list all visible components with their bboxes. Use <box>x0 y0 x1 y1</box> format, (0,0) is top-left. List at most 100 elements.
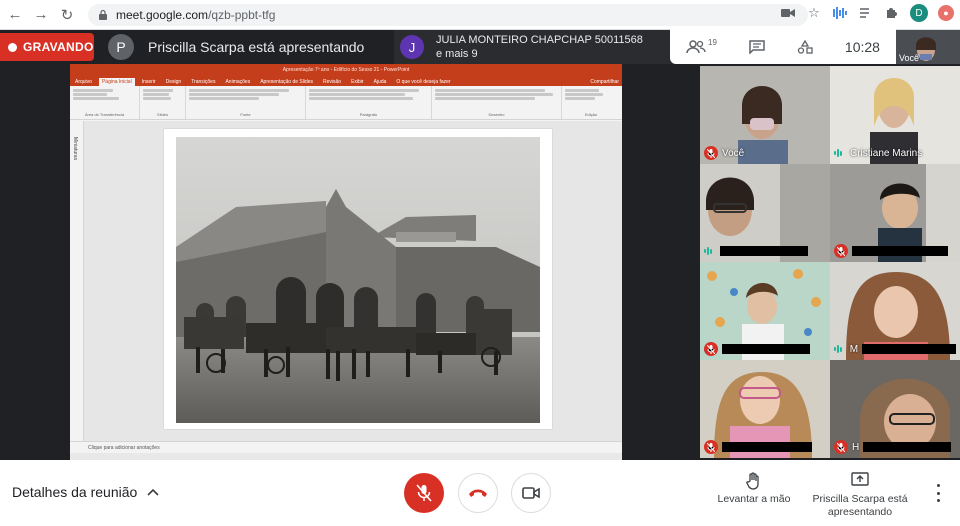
ppt-tab[interactable]: Design <box>163 78 185 86</box>
recording-badge: GRAVANDO <box>0 33 94 61</box>
ppt-tab[interactable]: Apresentação de Slides <box>257 78 316 86</box>
address-bar[interactable]: meet.google.com/qzb-ppbt-tfg <box>88 3 808 26</box>
mic-off-icon <box>834 244 848 258</box>
camera-toggle-button[interactable] <box>511 473 551 513</box>
ribbon-group-font: Fonte <box>186 86 306 119</box>
reload-icon[interactable]: ↻ <box>56 4 78 26</box>
browser-toolbar: ← → ↻ meet.google.com/qzb-ppbt-tfg ☆ D ● <box>0 0 960 30</box>
mic-off-icon <box>704 440 718 454</box>
microphone-toggle-button[interactable] <box>404 473 444 513</box>
mic-off-icon <box>704 342 718 356</box>
ppt-ribbon: Área de Transferência Slides Fonte Parág… <box>70 86 622 120</box>
presenting-label: Priscilla Scarpa está apresentando <box>812 493 908 518</box>
extension-audio-icon[interactable] <box>832 5 848 21</box>
participant-tile[interactable] <box>830 164 960 262</box>
meet-window: ← → ↻ meet.google.com/qzb-ppbt-tfg ☆ D ● <box>0 0 960 526</box>
ppt-share-button[interactable]: Compartilhar <box>587 78 622 86</box>
presenting-status-button[interactable]: Priscilla Scarpa está apresentando <box>812 472 908 519</box>
raise-hand-label: Levantar a mão <box>717 493 791 505</box>
redacted-name-bar <box>722 344 810 354</box>
camera-indicator-icon[interactable] <box>780 5 796 21</box>
ppt-title: Apresentação 7º ano - Edifício do Sesso … <box>282 67 410 73</box>
chat-icon <box>749 39 765 54</box>
slide-canvas[interactable] <box>84 121 622 441</box>
thumbnails-label: Miniaturas <box>72 137 78 161</box>
participant-tile[interactable] <box>700 164 830 262</box>
ppt-search-hint[interactable]: O que você deseja fazer <box>393 78 453 86</box>
activities-icon <box>797 39 813 54</box>
ribbon-group-label: Área de Transferência <box>84 112 125 117</box>
extension-puzzle-icon[interactable] <box>884 5 900 21</box>
joined-more: e mais 9 <box>436 48 478 60</box>
redacted-name-bar <box>852 246 948 256</box>
notes-pane[interactable]: Clique para adicionar anotações <box>70 441 622 453</box>
joined-notification: J JULIA MONTEIRO CHAPCHAP 50011568 e mai… <box>394 30 674 64</box>
presenter-avatar: P <box>108 34 134 60</box>
more-options-icon[interactable] <box>932 484 944 502</box>
participant-tile[interactable]: H <box>830 360 960 458</box>
participants-count: 19 <box>708 38 717 47</box>
participant-tile[interactable] <box>700 262 830 360</box>
current-slide[interactable] <box>164 129 552 429</box>
speaking-indicator-icon <box>834 344 846 354</box>
participant-tile[interactable]: Você <box>700 66 830 164</box>
ppt-tab[interactable]: Exibir <box>348 78 367 86</box>
ppt-tab[interactable]: Inserir <box>139 78 159 86</box>
historic-building-photo <box>176 137 540 423</box>
participant-tile[interactable] <box>700 360 830 458</box>
url-text: meet.google.com/qzb-ppbt-tfg <box>116 8 275 22</box>
ppt-tab[interactable]: Revisão <box>320 78 344 86</box>
participant-tile[interactable]: M <box>830 262 960 360</box>
activities-button[interactable] <box>797 39 813 54</box>
ppt-tab-active[interactable]: Página Inicial <box>98 78 135 86</box>
profile-avatar[interactable]: D <box>910 4 928 22</box>
ribbon-group-clipboard: Área de Transferência <box>70 86 140 119</box>
meeting-controls-bar: Detalhes da reunião Levantar a mão Prisc… <box>0 460 960 526</box>
ppt-body: Miniaturas <box>70 121 622 441</box>
ppt-ribbon-tabs: Arquivo Página Inicial Inserir Design Tr… <box>70 76 622 86</box>
ribbon-group-label: Fonte <box>240 112 251 117</box>
mic-off-icon <box>834 440 848 454</box>
people-icon <box>686 39 706 53</box>
presenter-indicator: P Priscilla Scarpa está apresentando <box>108 33 364 61</box>
ribbon-group-editing: Edição <box>562 86 620 119</box>
redacted-name-bar <box>862 344 956 354</box>
star-bookmark-icon[interactable]: ☆ <box>806 5 822 21</box>
self-view-thumbnail[interactable]: Você <box>896 30 960 64</box>
ppt-tab[interactable]: Animações <box>222 78 253 86</box>
url-path: /qzb-ppbt-tfg <box>208 7 276 22</box>
redacted-name-bar <box>720 246 808 256</box>
ribbon-group-label: Parágrafo <box>359 112 378 117</box>
ribbon-group-label: Edição <box>584 112 598 117</box>
meeting-details-button[interactable]: Detalhes da reunião <box>12 484 159 500</box>
ribbon-group-label: Slides <box>157 112 168 117</box>
leave-call-button[interactable] <box>458 473 498 513</box>
participant-grid: Você Cristiane Marins M H <box>698 64 960 460</box>
presentation-stage: Apresentação 7º ano - Edifício do Sesso … <box>0 64 698 460</box>
participant-name: M <box>849 343 859 355</box>
record-dot-icon <box>8 42 17 52</box>
ppt-tab[interactable]: Transições <box>188 78 218 86</box>
lock-icon <box>99 9 107 20</box>
meeting-info-bar: 19 10:28 <box>670 29 896 64</box>
ribbon-group-paragraph: Parágrafo <box>306 86 432 119</box>
people-button[interactable]: 19 <box>686 38 717 54</box>
url-host: meet.google.com <box>116 7 209 22</box>
participant-name: Você <box>722 147 745 159</box>
ppt-title-bar: Apresentação 7º ano - Edifício do Sesso … <box>70 64 622 76</box>
back-arrow-icon[interactable]: ← <box>4 4 26 26</box>
participant-tile[interactable]: Cristiane Marins <box>830 66 960 164</box>
forward-arrow-icon[interactable]: → <box>30 4 52 26</box>
raise-hand-button[interactable]: Levantar a mão <box>712 472 796 506</box>
joined-avatar: J <box>400 35 424 59</box>
reading-list-icon[interactable] <box>858 5 874 21</box>
ppt-tab[interactable]: Ajuda <box>371 78 390 86</box>
extension-red-icon[interactable]: ● <box>938 5 954 21</box>
hang-up-icon <box>469 489 487 497</box>
chat-button[interactable] <box>749 39 765 54</box>
powerpoint-window: Apresentação 7º ano - Edifício do Sesso … <box>70 64 622 460</box>
present-screen-icon <box>851 472 869 486</box>
recording-label: GRAVANDO <box>23 40 94 54</box>
ppt-tab[interactable]: Arquivo <box>72 78 95 86</box>
thumbnails-pane[interactable]: Miniaturas <box>70 121 84 441</box>
